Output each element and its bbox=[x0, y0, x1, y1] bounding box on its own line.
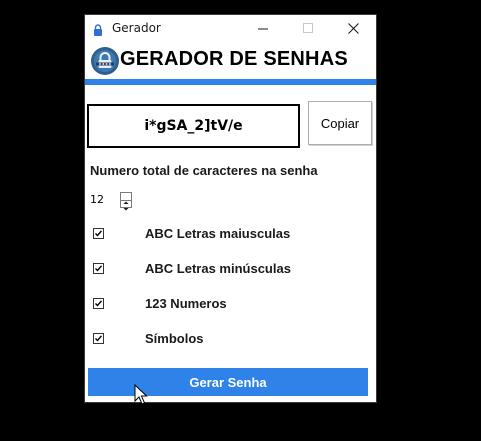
length-label: Numero total de caracteres na senha bbox=[90, 163, 318, 178]
lock-shield-icon bbox=[90, 46, 120, 76]
minimize-button[interactable] bbox=[241, 15, 286, 43]
minimize-icon bbox=[258, 28, 268, 30]
lowercase-label: ABC Letras minúsculas bbox=[145, 261, 291, 276]
check-icon bbox=[95, 230, 103, 237]
option-numbers[interactable]: 123 Numeros bbox=[93, 296, 353, 312]
generate-password-button[interactable]: Gerar Senha bbox=[88, 368, 368, 396]
stepper-arrows bbox=[120, 192, 132, 211]
symbols-label: Símbolos bbox=[145, 331, 204, 346]
length-value[interactable]: 12 bbox=[88, 192, 120, 208]
option-uppercase[interactable]: ABC Letras maiusculas bbox=[93, 226, 353, 242]
option-symbols[interactable]: Símbolos bbox=[93, 331, 353, 347]
option-lowercase[interactable]: ABC Letras minúsculas bbox=[93, 261, 353, 277]
numbers-label: 123 Numeros bbox=[145, 296, 227, 311]
copy-button[interactable]: Copiar bbox=[308, 101, 372, 145]
maximize-icon bbox=[303, 23, 313, 33]
mouse-cursor-icon bbox=[134, 383, 148, 406]
check-icon bbox=[95, 300, 103, 307]
close-icon bbox=[348, 23, 359, 34]
generator-window: Gerador GERADOR DE SENHAS i*gSA_2]tV/e C… bbox=[85, 15, 376, 402]
stepper-down-button[interactable] bbox=[121, 200, 131, 211]
symbols-checkbox[interactable] bbox=[93, 333, 104, 344]
check-icon bbox=[95, 335, 103, 342]
check-icon bbox=[95, 265, 103, 272]
header-accent-bar bbox=[85, 79, 376, 85]
page-title: GERADOR DE SENHAS bbox=[120, 48, 348, 70]
maximize-button[interactable] bbox=[286, 15, 331, 43]
length-stepper[interactable]: 12 bbox=[88, 192, 132, 211]
chevron-down-icon bbox=[123, 208, 129, 211]
title-bar[interactable]: Gerador bbox=[85, 15, 376, 43]
uppercase-checkbox[interactable] bbox=[93, 228, 104, 239]
password-output[interactable]: i*gSA_2]tV/e bbox=[87, 104, 300, 148]
lock-icon bbox=[93, 23, 103, 36]
close-button[interactable] bbox=[331, 15, 376, 43]
uppercase-label: ABC Letras maiusculas bbox=[145, 226, 291, 241]
lowercase-checkbox[interactable] bbox=[93, 263, 104, 274]
numbers-checkbox[interactable] bbox=[93, 298, 104, 309]
window-title: Gerador bbox=[112, 21, 161, 35]
